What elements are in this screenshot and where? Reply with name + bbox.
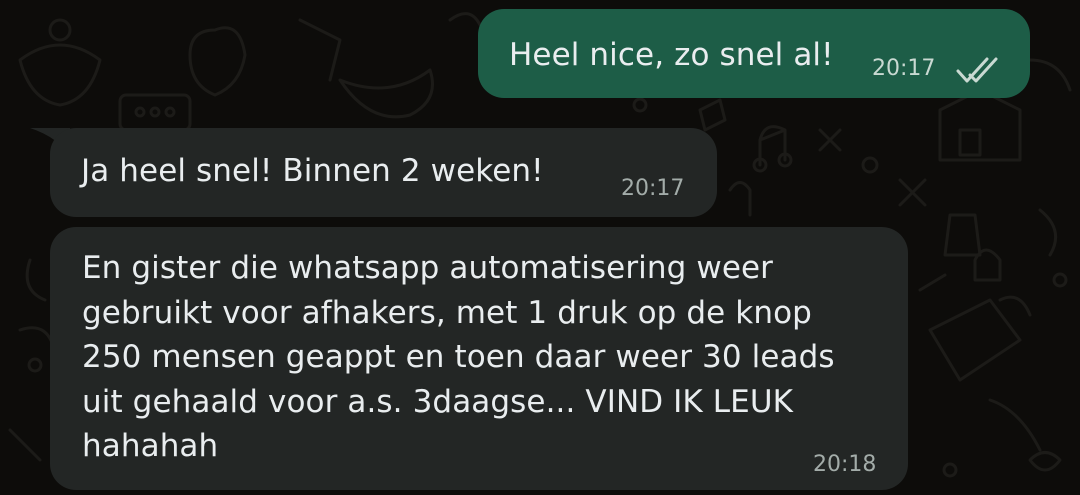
message-text-line: hahahah bbox=[82, 428, 219, 464]
message-text-line: 250 mensen geappt en toen daar weer 30 l… bbox=[82, 339, 835, 375]
outgoing-message-bubble[interactable]: Heel nice, zo snel al! 20:17 bbox=[478, 9, 1030, 98]
incoming-message-bubble[interactable]: Ja heel snel! Binnen 2 weken! 20:17 bbox=[50, 128, 717, 217]
message-timestamp: 20:17 bbox=[872, 56, 936, 81]
message-timestamp: 20:17 bbox=[621, 176, 685, 201]
message-text-line: uit gehaald voor a.s. 3daagse... VIND IK… bbox=[82, 384, 794, 420]
message-text-line: En gister die whatsapp automatisering we… bbox=[82, 250, 774, 286]
message-text: Heel nice, zo snel al! bbox=[509, 37, 834, 73]
message-text-line: gebruikt voor afhakers, met 1 druk op de… bbox=[82, 295, 812, 331]
message-timestamp: 20:18 bbox=[813, 452, 877, 477]
double-check-icon bbox=[956, 57, 998, 83]
message-text: Ja heel snel! Binnen 2 weken! bbox=[81, 153, 544, 189]
incoming-message-bubble[interactable]: En gister die whatsapp automatisering we… bbox=[50, 227, 908, 490]
